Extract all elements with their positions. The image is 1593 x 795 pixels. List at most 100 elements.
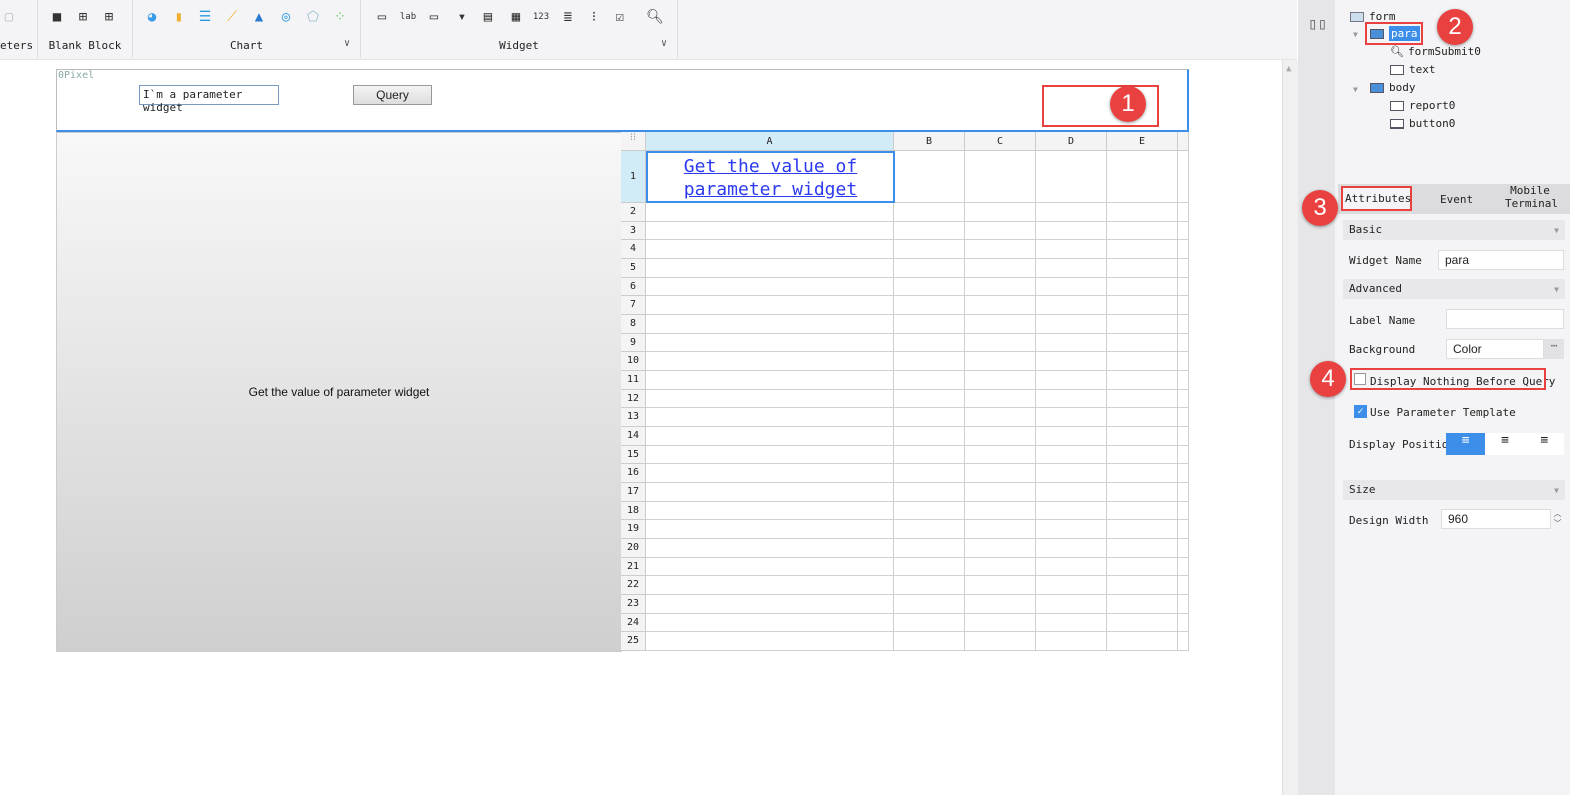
report-grid[interactable]: ⁝⁝ A B C D E 1 2 3 4 5 6 7 8 9 10 11 12 13 14 15 16 17 18 19 20 21…: [621, 132, 1189, 652]
row-header[interactable]: 15: [621, 445, 646, 465]
gauge-icon[interactable]: ◎: [277, 9, 295, 25]
grid-cell[interactable]: [894, 520, 965, 540]
grid-cell[interactable]: [894, 221, 965, 241]
chevron-down-icon[interactable]: ∨: [661, 38, 667, 49]
grid-cell[interactable]: [1107, 371, 1178, 390]
row-header[interactable]: 4: [621, 240, 646, 259]
grid-cell[interactable]: [646, 464, 894, 484]
grid-cell[interactable]: [1107, 595, 1178, 614]
column-header[interactable]: [1178, 132, 1189, 151]
grid-cell[interactable]: [894, 352, 965, 372]
tab-event[interactable]: Event: [1440, 193, 1473, 206]
grid-cell[interactable]: [1107, 613, 1178, 633]
grid-cell[interactable]: [1036, 151, 1107, 203]
align-right-icon[interactable]: ≡: [1525, 433, 1564, 455]
grid-cell[interactable]: [1178, 557, 1189, 577]
grid-cell[interactable]: [1178, 464, 1189, 484]
grid-cell[interactable]: [894, 632, 965, 652]
grid-cell[interactable]: [1036, 371, 1107, 390]
tree-item-report0[interactable]: report0: [1390, 99, 1455, 112]
grid-cell[interactable]: [894, 259, 965, 278]
grid-cell[interactable]: [965, 151, 1036, 203]
align-center-icon[interactable]: ≡: [1485, 433, 1524, 455]
grid-cell[interactable]: [1036, 203, 1107, 222]
row-header[interactable]: 8: [621, 315, 646, 334]
grid-cell[interactable]: [1036, 520, 1107, 540]
grid-cell[interactable]: [1107, 240, 1178, 259]
background-input[interactable]: Color: [1446, 339, 1544, 359]
row-header[interactable]: 13: [621, 408, 646, 428]
column-header[interactable]: A: [646, 132, 894, 151]
row-header[interactable]: 19: [621, 520, 646, 540]
column-header[interactable]: C: [965, 132, 1036, 151]
grid-cell[interactable]: [965, 501, 1036, 521]
grid-cell[interactable]: [1036, 445, 1107, 465]
grid-cell[interactable]: [1178, 352, 1189, 372]
section-advanced[interactable]: Advanced ▼: [1343, 279, 1565, 299]
button-icon[interactable]: ▭: [425, 9, 443, 25]
grid-cell[interactable]: [894, 296, 965, 315]
grid-cell[interactable]: [1036, 408, 1107, 428]
row-header[interactable]: 24: [621, 613, 646, 633]
grid-cell[interactable]: [894, 427, 965, 446]
grid-cell[interactable]: [1107, 576, 1178, 596]
grid-cell[interactable]: [1178, 221, 1189, 241]
grid-cell[interactable]: [1107, 501, 1178, 521]
body-block[interactable]: Get the value of parameter widget: [56, 132, 622, 652]
label-icon[interactable]: lab: [399, 9, 417, 25]
query-widget-icon[interactable]: 🔍︎: [646, 9, 664, 25]
grid-cell[interactable]: [1178, 151, 1189, 203]
label-name-input[interactable]: [1446, 309, 1564, 329]
grid-cell[interactable]: [965, 259, 1036, 278]
grid-cell[interactable]: [646, 296, 894, 315]
grid-cell[interactable]: [1178, 240, 1189, 259]
grid-cell[interactable]: [1178, 427, 1189, 446]
grid-cell[interactable]: [894, 613, 965, 633]
grid-cell[interactable]: [1178, 315, 1189, 334]
grid-cell[interactable]: [1036, 427, 1107, 446]
grid-cell[interactable]: [1036, 240, 1107, 259]
grid-cell[interactable]: [646, 632, 894, 652]
row-header[interactable]: 6: [621, 277, 646, 297]
row-header[interactable]: 7: [621, 296, 646, 315]
grid-cell[interactable]: [1107, 427, 1178, 446]
row-header[interactable]: 3: [621, 221, 646, 241]
grid-cell[interactable]: [894, 389, 965, 409]
grid-cell[interactable]: [646, 259, 894, 278]
grid-cell[interactable]: [1178, 576, 1189, 596]
grid-cell[interactable]: [646, 408, 894, 428]
grid-cell[interactable]: [965, 240, 1036, 259]
list-icon[interactable]: ≣: [559, 9, 577, 25]
grid-cell[interactable]: [646, 203, 894, 222]
parameter-pane[interactable]: 0Pixel I`m a parameter widget Query: [56, 69, 1189, 132]
section-basic[interactable]: Basic ▼: [1343, 220, 1565, 240]
query-button[interactable]: Query: [353, 85, 432, 105]
grid-cell[interactable]: [646, 240, 894, 259]
grid-cell[interactable]: [965, 221, 1036, 241]
grid-cell[interactable]: [1107, 352, 1178, 372]
grid-cell[interactable]: [646, 539, 894, 558]
grid-cell[interactable]: [1107, 520, 1178, 540]
grid-cell[interactable]: [894, 445, 965, 465]
collapse-icon[interactable]: ▼: [1353, 30, 1358, 39]
grid-cell[interactable]: [1107, 389, 1178, 409]
row-header[interactable]: 25: [621, 632, 646, 652]
grid-cell[interactable]: [1107, 151, 1178, 203]
grid-cell[interactable]: [1107, 539, 1178, 558]
grid-cell[interactable]: [1107, 557, 1178, 577]
horizontal-bar-icon[interactable]: ☰: [196, 9, 214, 25]
grid-cell[interactable]: [1107, 203, 1178, 222]
row-header[interactable]: 1: [621, 151, 646, 203]
grid-cell[interactable]: [1107, 259, 1178, 278]
row-header[interactable]: 21: [621, 557, 646, 577]
grid-cell[interactable]: [646, 483, 894, 502]
grid-cell[interactable]: [1178, 483, 1189, 502]
grid-cell[interactable]: [1178, 539, 1189, 558]
row-header[interactable]: 16: [621, 464, 646, 484]
grid-cell[interactable]: [1036, 501, 1107, 521]
grid-cell[interactable]: [965, 371, 1036, 390]
grid-cell[interactable]: [1036, 315, 1107, 334]
grid-cell[interactable]: [965, 595, 1036, 614]
grid-cell[interactable]: [965, 333, 1036, 353]
grid-cell[interactable]: [965, 539, 1036, 558]
